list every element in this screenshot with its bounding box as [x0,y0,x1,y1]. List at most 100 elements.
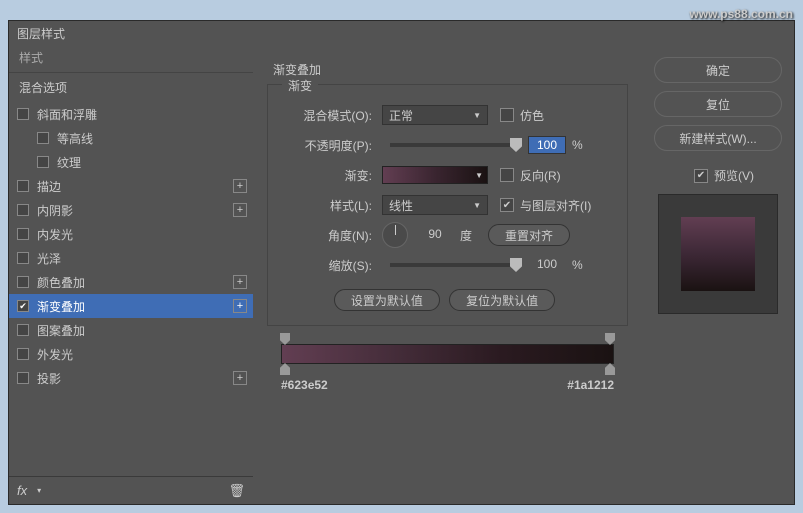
style-checkbox[interactable] [17,300,29,312]
style-checkbox[interactable] [17,180,29,192]
style-label: 图案叠加 [37,322,247,339]
scale-input[interactable]: 100 [528,256,566,274]
reverse-label: 反向(R) [520,167,561,184]
style-checkbox[interactable] [37,132,49,144]
color-stop-left[interactable] [280,363,290,375]
style-checkbox[interactable] [17,204,29,216]
fieldset-legend: 渐变 [282,77,318,94]
style-item-4[interactable]: 内阴影+ [9,198,253,222]
style-item-6[interactable]: 光泽 [9,246,253,270]
style-checkbox[interactable] [37,156,49,168]
dither-checkbox[interactable] [500,108,514,122]
style-item-9[interactable]: 图案叠加 [9,318,253,342]
add-effect-icon[interactable]: + [233,203,247,217]
preview-swatch [681,217,755,291]
chevron-down-icon: ▼ [473,111,481,120]
style-item-1[interactable]: 等高线 [9,126,253,150]
style-item-7[interactable]: 颜色叠加+ [9,270,253,294]
style-label: 描边 [37,178,233,195]
add-effect-icon[interactable]: + [233,179,247,193]
slider-thumb[interactable] [510,258,522,272]
layer-style-dialog: 图层样式 样式 混合选项 斜面和浮雕等高线纹理描边+内阴影+内发光光泽颜色叠加+… [8,20,795,505]
opacity-stop-left[interactable] [280,333,290,345]
cancel-button[interactable]: 复位 [654,91,782,117]
style-checkbox[interactable] [17,276,29,288]
sidebar: 样式 混合选项 斜面和浮雕等高线纹理描边+内阴影+内发光光泽颜色叠加+渐变叠加+… [9,43,253,504]
add-effect-icon[interactable]: + [233,299,247,313]
style-checkbox[interactable] [17,228,29,240]
style-label: 颜色叠加 [37,274,233,291]
opacity-stop-right[interactable] [605,333,615,345]
hex-right: #1a1212 [567,378,614,392]
color-stop-right[interactable] [605,363,615,375]
fx-menu-arrow-icon[interactable]: ▾ [37,486,41,495]
opacity-slider[interactable] [390,143,520,147]
style-select[interactable]: 线性▼ [382,195,488,215]
style-label: 光泽 [37,250,247,267]
angle-label: 角度(N): [286,227,382,244]
angle-dial[interactable] [382,222,408,248]
gradient-swatch[interactable]: ▼ [382,166,488,184]
opacity-input[interactable]: 100 [528,136,566,154]
style-label: 投影 [37,370,233,387]
style-label: 内发光 [37,226,247,243]
angle-input[interactable]: 90 [416,226,454,244]
angle-unit: 度 [460,227,472,244]
style-checkbox[interactable] [17,252,29,264]
chevron-down-icon: ▼ [473,201,481,210]
scale-label: 缩放(S): [286,257,382,274]
style-item-3[interactable]: 描边+ [9,174,253,198]
style-checkbox[interactable] [17,324,29,336]
ok-button[interactable]: 确定 [654,57,782,83]
gradient-label: 渐变: [286,167,382,184]
sidebar-head-styles[interactable]: 样式 [9,43,253,73]
slider-thumb[interactable] [510,138,522,152]
blend-mode-label: 混合模式(O): [286,107,382,124]
align-checkbox[interactable] [500,198,514,212]
style-label: 渐变叠加 [37,298,233,315]
reverse-checkbox[interactable] [500,168,514,182]
add-effect-icon[interactable]: + [233,371,247,385]
sidebar-blend-options[interactable]: 混合选项 [9,73,253,102]
style-checkbox[interactable] [17,108,29,120]
style-checkbox[interactable] [17,372,29,384]
align-label: 与图层对齐(I) [520,197,591,214]
gradient-bar[interactable] [281,344,614,364]
scale-slider[interactable] [390,263,520,267]
style-item-2[interactable]: 纹理 [9,150,253,174]
titlebar: 图层样式 [9,21,794,43]
style-label: 样式(L): [286,197,382,214]
dither-label: 仿色 [520,107,544,124]
reset-align-button[interactable]: 重置对齐 [488,224,570,246]
style-item-5[interactable]: 内发光 [9,222,253,246]
add-effect-icon[interactable]: + [233,275,247,289]
hex-left: #623e52 [281,378,328,392]
opacity-unit: % [572,138,583,152]
style-label: 内阴影 [37,202,233,219]
style-checkbox[interactable] [17,348,29,360]
style-item-8[interactable]: 渐变叠加+ [9,294,253,318]
preview-checkbox[interactable] [694,169,708,183]
fx-icon[interactable]: fx [17,483,27,498]
watermark: www.ps88.com.cn [689,2,793,23]
right-panel: 确定 复位 新建样式(W)... 预览(V) [642,43,794,504]
blend-mode-select[interactable]: 正常▼ [382,105,488,125]
style-label: 斜面和浮雕 [37,106,247,123]
style-item-0[interactable]: 斜面和浮雕 [9,102,253,126]
scale-unit: % [572,258,583,272]
chevron-down-icon: ▼ [475,171,483,180]
new-style-button[interactable]: 新建样式(W)... [654,125,782,151]
reset-default-button[interactable]: 复位为默认值 [449,289,555,311]
trash-icon[interactable]: 🗑 [228,483,245,499]
style-label: 纹理 [57,154,247,171]
style-item-11[interactable]: 投影+ [9,366,253,390]
center-panel: 渐变叠加 渐变 混合模式(O): 正常▼ 仿色 不透明度(P): 100 % 渐… [253,43,642,504]
gradient-fieldset: 渐变 混合模式(O): 正常▼ 仿色 不透明度(P): 100 % 渐变: ▼ [267,84,628,326]
make-default-button[interactable]: 设置为默认值 [334,289,440,311]
opacity-label: 不透明度(P): [286,137,382,154]
style-label: 等高线 [57,130,247,147]
section-title: 渐变叠加 [273,61,628,78]
style-label: 外发光 [37,346,247,363]
preview-label: 预览(V) [714,167,754,184]
style-item-10[interactable]: 外发光 [9,342,253,366]
